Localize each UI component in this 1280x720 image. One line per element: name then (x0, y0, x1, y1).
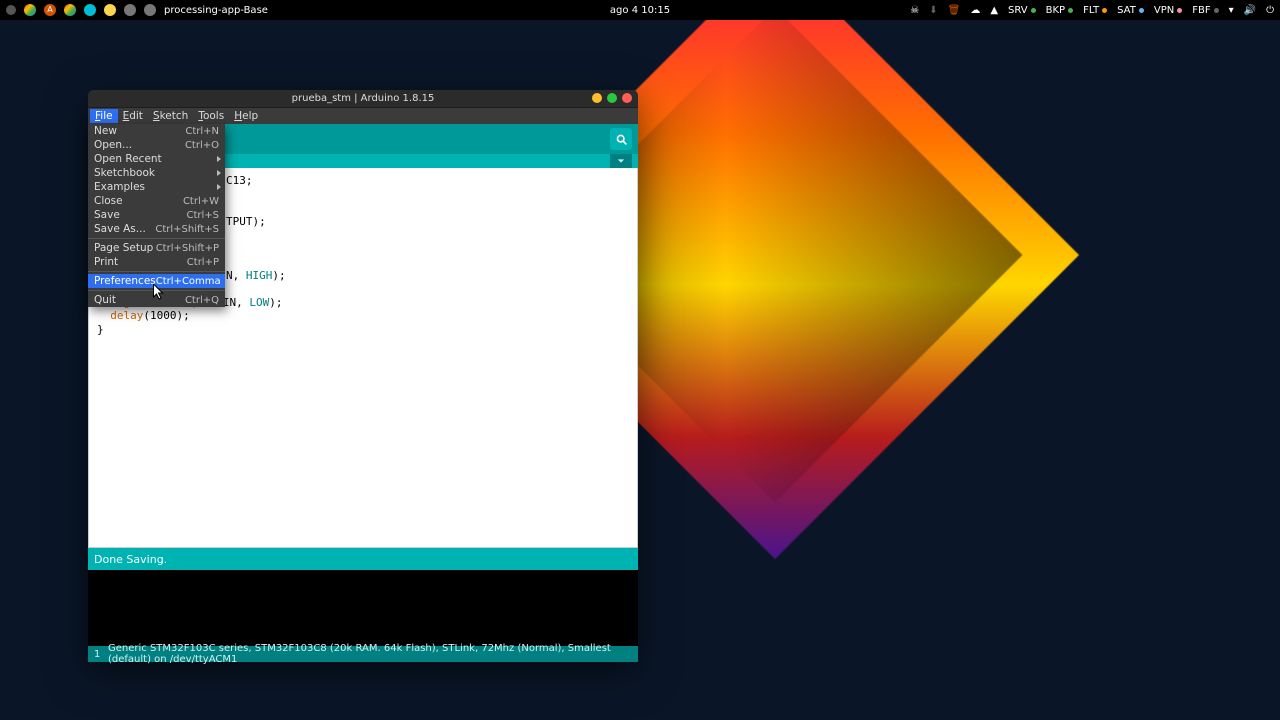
menu-edit[interactable]: Edit (118, 109, 148, 123)
tray-icon-trash[interactable]: 🗑 (948, 5, 961, 16)
arduino-window: prueba_stm | Arduino 1.8.15 File Edit Sk… (88, 90, 638, 662)
menu-item-label: Save As... (94, 223, 146, 235)
menu-tools[interactable]: Tools (193, 109, 229, 123)
menu-sketch[interactable]: Sketch (148, 109, 193, 123)
menu-item-label: Print (94, 256, 118, 268)
search-icon (615, 133, 628, 146)
status-message: Done Saving. (94, 553, 167, 566)
app-icon-grey[interactable] (124, 4, 136, 16)
indicator-flt[interactable]: FLT (1083, 5, 1107, 16)
wifi-icon[interactable]: ▾ (1229, 5, 1234, 16)
indicator-fbf[interactable]: FBF (1192, 5, 1218, 16)
menu-item-shortcut: Ctrl+P (187, 257, 219, 268)
footer-bar: 1 Generic STM32F103C series, STM32F103C8… (88, 646, 638, 662)
window-title: prueba_stm | Arduino 1.8.15 (292, 93, 435, 104)
top-panel: A processing-app-Base ago 4 10:15 ☠ ⬇ 🗑 … (0, 0, 1280, 20)
menu-item-label: New (94, 125, 117, 137)
tray-icon-skull[interactable]: ☠ (910, 5, 919, 16)
app-icon-yellow[interactable] (104, 4, 116, 16)
volume-icon[interactable]: 🔊 (1244, 5, 1256, 16)
menu-item-label: Open Recent (94, 153, 162, 165)
menu-item-quit[interactable]: Quit Ctrl+Q (88, 293, 225, 307)
menu-item-close[interactable]: Close Ctrl+W (88, 194, 225, 208)
line-number: 1 (94, 649, 108, 660)
code-line: delay(1000); (97, 309, 629, 323)
processing-icon[interactable] (144, 4, 156, 16)
chevron-down-icon (617, 157, 625, 165)
active-app-title[interactable]: processing-app-Base (164, 5, 268, 16)
monitor-icon[interactable]: A (44, 4, 56, 16)
menu-item-label: Preferences (94, 275, 156, 287)
menu-item-shortcut: Ctrl+W (183, 196, 219, 207)
menu-item-label: Close (94, 195, 123, 207)
menu-item-shortcut: Ctrl+O (185, 140, 219, 151)
menu-item-shortcut: Ctrl+Q (185, 295, 219, 306)
menu-item-open-[interactable]: Open... Ctrl+O (88, 138, 225, 152)
menu-item-shortcut: Ctrl+N (185, 126, 219, 137)
menu-item-label: Page Setup (94, 242, 153, 254)
status-bar: Done Saving. (88, 548, 638, 570)
menu-item-shortcut: Ctrl+Shift+P (156, 243, 219, 254)
tab-menu-button[interactable] (610, 154, 632, 168)
chrome-icon-2[interactable] (64, 4, 76, 16)
menu-bar: File Edit Sketch Tools Help (88, 108, 638, 124)
menu-item-preferences[interactable]: PreferencesCtrl+Comma (88, 274, 225, 288)
window-titlebar[interactable]: prueba_stm | Arduino 1.8.15 (88, 90, 638, 108)
code-line: } (97, 323, 629, 337)
chrome-icon[interactable] (24, 4, 36, 16)
menu-item-sketchbook[interactable]: Sketchbook (88, 166, 225, 180)
menu-item-shortcut: Ctrl+S (186, 210, 219, 221)
menu-item-label: Open... (94, 139, 132, 151)
serial-monitor-button[interactable] (610, 128, 632, 150)
maximize-button[interactable] (607, 93, 617, 103)
indicator-bkp[interactable]: BKP (1046, 5, 1073, 16)
power-icon[interactable]: ⏻ (1266, 5, 1274, 16)
panel-clock[interactable]: ago 4 10:15 (610, 5, 670, 16)
indicator-sat[interactable]: SAT (1117, 5, 1144, 16)
window-controls (592, 93, 632, 103)
minimize-button[interactable] (592, 93, 602, 103)
menu-item-label: Sketchbook (94, 167, 155, 179)
console-output[interactable] (88, 570, 638, 646)
tray-icon-download[interactable]: ⬇ (929, 5, 937, 16)
menu-item-open-recent[interactable]: Open Recent (88, 152, 225, 166)
menu-item-page-setup[interactable]: Page SetupCtrl+Shift+P (88, 241, 225, 255)
menu-item-label: Quit (94, 294, 116, 306)
menu-item-save[interactable]: Save Ctrl+S (88, 208, 225, 222)
menu-item-print[interactable]: Print Ctrl+P (88, 255, 225, 269)
tray-dot-1[interactable] (6, 5, 16, 15)
menu-item-new[interactable]: New Ctrl+N (88, 124, 225, 138)
panel-right: ☠ ⬇ 🗑 ☁ ▲ SRV BKP FLT SAT VPN FBF ▾ 🔊 ⏻ (910, 5, 1274, 16)
menu-item-examples[interactable]: Examples (88, 180, 225, 194)
panel-left: A processing-app-Base (6, 4, 268, 16)
menu-item-label: Examples (94, 181, 145, 193)
menu-item-save-as-[interactable]: Save As... Ctrl+Shift+S (88, 222, 225, 236)
menu-file[interactable]: File (90, 109, 118, 123)
menu-help[interactable]: Help (229, 109, 263, 123)
menu-item-shortcut: Ctrl+Comma (156, 276, 221, 287)
close-button[interactable] (622, 93, 632, 103)
menu-item-shortcut: Ctrl+Shift+S (155, 224, 219, 235)
board-info: Generic STM32F103C series, STM32F103C8 (… (108, 643, 632, 665)
menu-item-label: Save (94, 209, 120, 221)
indicator-vpn[interactable]: VPN (1154, 5, 1182, 16)
tray-icon-cloud[interactable]: ☁ (970, 5, 980, 16)
tray-icon-notify[interactable]: ▲ (990, 5, 998, 16)
indicator-srv[interactable]: SRV (1008, 5, 1036, 16)
file-menu-dropdown: New Ctrl+N Open... Ctrl+O Open Recent Sketchb… (88, 124, 225, 307)
arduino-icon[interactable] (84, 4, 96, 16)
